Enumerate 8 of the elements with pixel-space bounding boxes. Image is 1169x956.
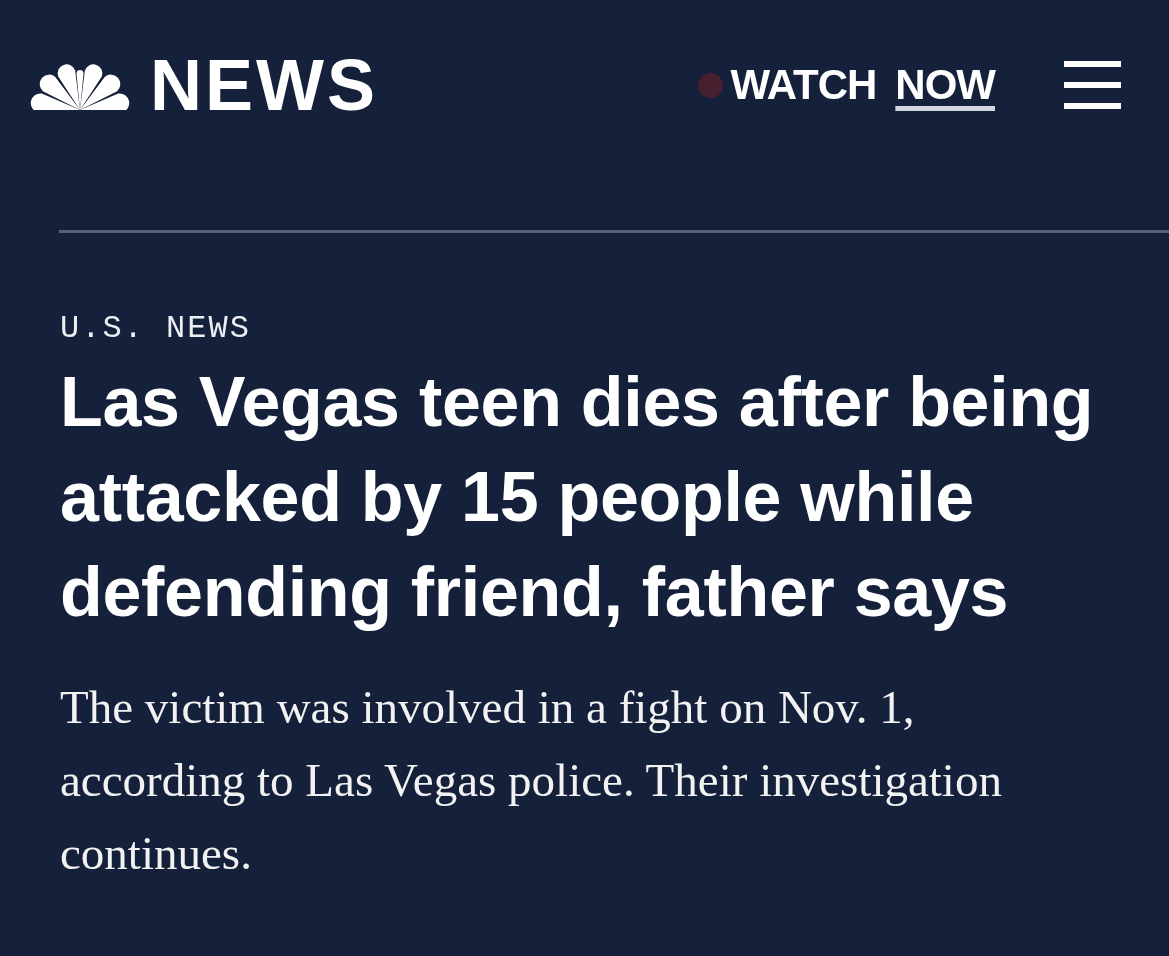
menu-icon — [1064, 61, 1121, 109]
live-dot-icon — [698, 72, 724, 98]
home-logo-link[interactable]: NEWS — [30, 49, 378, 121]
article-summary: The victim was involved in a fight on Nov. 1, according to Las Vegas police. Their investigation continues. — [60, 680, 1003, 881]
menu-button[interactable] — [1064, 61, 1121, 109]
watch-now-link[interactable]: WATCH NOW — [698, 64, 995, 106]
section-label-link[interactable]: U.S. NEWS — [60, 309, 251, 349]
article-headline: Las Vegas teen dies after being attacked by 15 people while defending friend, father says — [60, 362, 1095, 633]
